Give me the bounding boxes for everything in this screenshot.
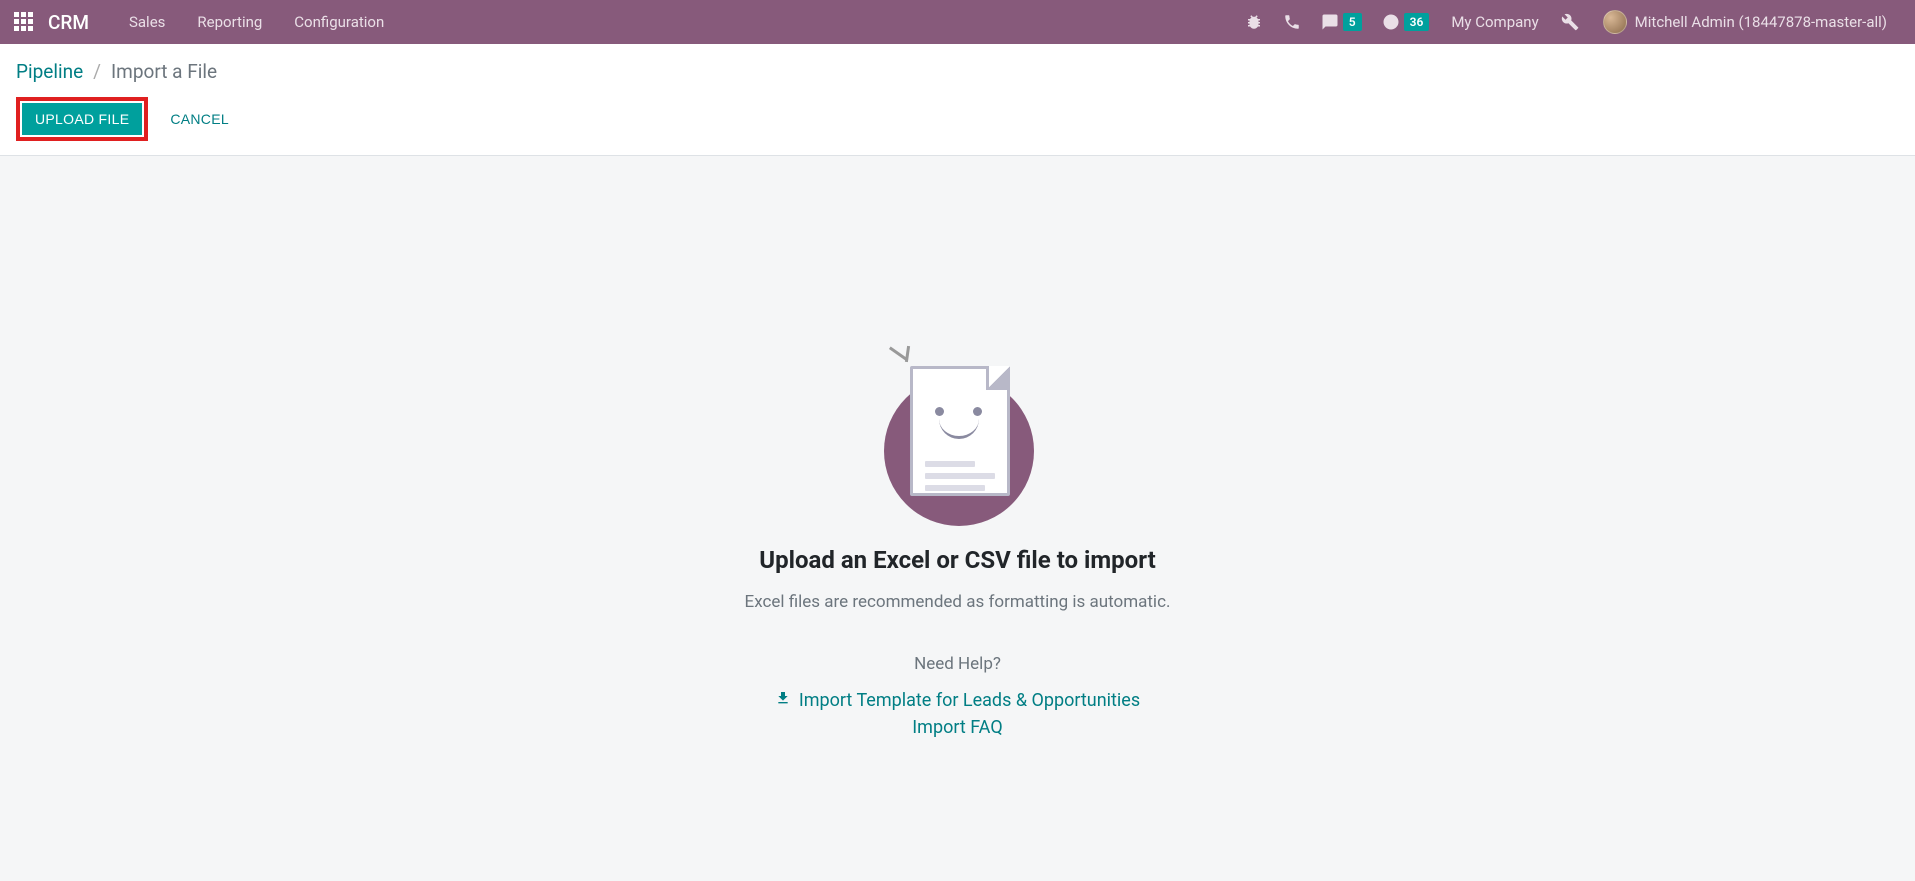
messages-icon[interactable]: 5	[1311, 0, 1372, 44]
breadcrumb: Pipeline / Import a File	[16, 60, 1899, 83]
company-selector[interactable]: My Company	[1439, 0, 1550, 44]
user-menu[interactable]: Mitchell Admin (18447878-master-all)	[1589, 0, 1907, 44]
phone-icon[interactable]	[1273, 0, 1311, 44]
main-content: Upload an Excel or CSV file to import Ex…	[0, 156, 1915, 744]
empty-state-subtitle: Excel files are recommended as formattin…	[745, 592, 1171, 612]
upload-file-button[interactable]: UPLOAD FILE	[22, 103, 142, 135]
messages-badge: 5	[1343, 13, 1362, 31]
activities-icon[interactable]: 36	[1372, 0, 1440, 44]
import-faq-link[interactable]: Import FAQ	[912, 717, 1002, 738]
help-label: Need Help?	[914, 654, 1001, 674]
apps-icon[interactable]	[14, 12, 34, 32]
app-brand[interactable]: CRM	[48, 11, 89, 34]
control-panel: Pipeline / Import a File UPLOAD FILE CAN…	[0, 44, 1915, 156]
cancel-button[interactable]: CANCEL	[160, 104, 239, 134]
upload-illustration	[868, 346, 1048, 526]
main-navbar: CRM Sales Reporting Configuration 5 36 M…	[0, 0, 1915, 44]
menu-sales[interactable]: Sales	[113, 0, 181, 44]
debug-icon[interactable]	[1235, 0, 1273, 44]
settings-icon[interactable]	[1551, 0, 1589, 44]
import-template-label: Import Template for Leads & Opportunitie…	[799, 690, 1140, 711]
breadcrumb-current: Import a File	[111, 60, 217, 83]
empty-state-title: Upload an Excel or CSV file to import	[759, 546, 1155, 574]
breadcrumb-pipeline[interactable]: Pipeline	[16, 60, 83, 83]
upload-highlight: UPLOAD FILE	[16, 97, 148, 141]
import-faq-label: Import FAQ	[912, 717, 1002, 738]
import-template-link[interactable]: Import Template for Leads & Opportunitie…	[775, 690, 1140, 711]
breadcrumb-separator: /	[93, 60, 101, 83]
username-label: Mitchell Admin (18447878-master-all)	[1635, 13, 1897, 31]
menu-reporting[interactable]: Reporting	[181, 0, 278, 44]
avatar-icon	[1603, 10, 1627, 34]
menu-configuration[interactable]: Configuration	[278, 0, 400, 44]
download-icon	[775, 690, 791, 711]
activities-badge: 36	[1404, 13, 1430, 31]
